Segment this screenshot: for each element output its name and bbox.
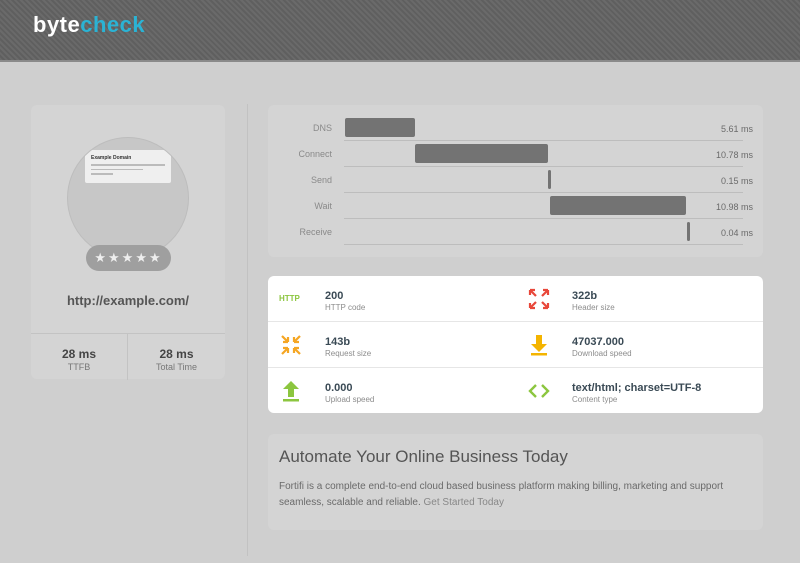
site-url[interactable]: http://example.com/: [31, 293, 225, 308]
upload-speed-value: 0.000: [325, 382, 353, 394]
timing-value: 0.15 ms: [720, 176, 753, 186]
timing-row-wait: Wait 10.98 ms: [268, 193, 763, 219]
timing-value: 10.98 ms: [715, 202, 753, 212]
site-screenshot-thumbnail: Example Domain: [67, 137, 189, 259]
request-size-value: 143b: [325, 336, 351, 348]
timing-stats: 28 ms TTFB 28 ms Total Time: [31, 333, 225, 380]
timing-value: 5.61 ms: [720, 124, 753, 134]
promo-title: Automate Your Online Business Today: [279, 447, 568, 466]
expand-arrows-icon: [527, 287, 551, 311]
header-size-label: Header size: [572, 303, 615, 312]
http-text-icon: HTTP: [279, 287, 303, 311]
http-code-label: HTTP code: [325, 303, 366, 312]
timing-row-send: Send 0.15 ms: [268, 167, 763, 193]
stat-total-time: 28 ms Total Time: [128, 334, 225, 380]
header-size-value: 322b: [572, 290, 598, 302]
code-brackets-icon: [527, 379, 551, 403]
get-started-link[interactable]: Get Started Today: [424, 497, 504, 508]
thumbnail-page: Example Domain: [85, 150, 171, 183]
timing-label: Connect: [298, 149, 332, 159]
stat-value: 28 ms: [61, 347, 97, 361]
stat-label: TTFB: [67, 362, 91, 372]
timing-bar: [548, 170, 552, 189]
thumbnail-line: [91, 164, 165, 166]
timing-value: 0.04 ms: [720, 228, 753, 238]
promo-text-block: Fortifi is a complete end-to-end cloud b…: [279, 479, 749, 511]
stat-value: 28 ms: [159, 347, 194, 361]
info-row: 143b Request size 47037.000 Download spe…: [268, 322, 763, 368]
logo-text-check: check: [80, 12, 146, 37]
logo-text-byte: byte: [33, 12, 81, 37]
timing-waterfall-card: DNS 5.61 ms Connect 10.78 ms Send 0.15 m…: [268, 105, 763, 257]
http-icon-text: HTTP: [279, 294, 300, 303]
upload-speed-label: Upload speed: [325, 395, 375, 404]
bytecheck-logo[interactable]: bytecheck: [33, 12, 145, 38]
content-type-label: Content type: [572, 395, 618, 404]
rating-stars: ★★★★★: [86, 245, 171, 271]
compress-arrows-icon: [279, 333, 303, 357]
stat-ttfb: 28 ms TTFB: [31, 334, 128, 380]
timing-row-dns: DNS 5.61 ms: [268, 115, 763, 141]
thumbnail-title: Example Domain: [91, 155, 132, 161]
http-info-card: HTTP 200 HTTP code 322b Header size 143b…: [268, 276, 763, 413]
timing-bar: [686, 222, 690, 241]
request-size-label: Request size: [325, 349, 372, 358]
timing-label: DNS: [312, 123, 332, 133]
timing-label: Send: [310, 175, 332, 185]
thumbnail-line: [91, 173, 114, 175]
timing-label: Wait: [314, 201, 332, 211]
upload-arrow-icon: [279, 379, 303, 403]
timing-bar: [550, 196, 687, 215]
timing-bar: [345, 118, 415, 137]
promo-card: Automate Your Online Business Today Fort…: [268, 434, 763, 530]
download-speed-value: 47037.000: [572, 336, 624, 348]
info-row: 0.000 Upload speed text/html; charset=UT…: [268, 368, 763, 414]
stat-label: Total Time: [155, 362, 197, 372]
row-divider: [344, 244, 743, 245]
column-divider: [247, 104, 248, 556]
timing-value: 10.78 ms: [715, 150, 753, 160]
top-header: bytecheck: [0, 0, 800, 62]
timing-bar: [414, 144, 549, 163]
content-type-value: text/html; charset=UTF-8: [572, 382, 702, 394]
download-arrow-icon: [527, 333, 551, 357]
timing-label: Receive: [299, 227, 332, 237]
thumbnail-line: [91, 168, 143, 170]
site-summary-card: Example Domain ★★★★★ http://example.com/…: [31, 105, 225, 380]
http-code-value: 200: [325, 290, 344, 302]
timing-row-connect: Connect 10.78 ms: [268, 141, 763, 167]
info-row: HTTP 200 HTTP code 322b Header size: [268, 276, 763, 322]
timing-row-receive: Receive 0.04 ms: [268, 219, 763, 245]
download-speed-label: Download speed: [572, 349, 632, 358]
